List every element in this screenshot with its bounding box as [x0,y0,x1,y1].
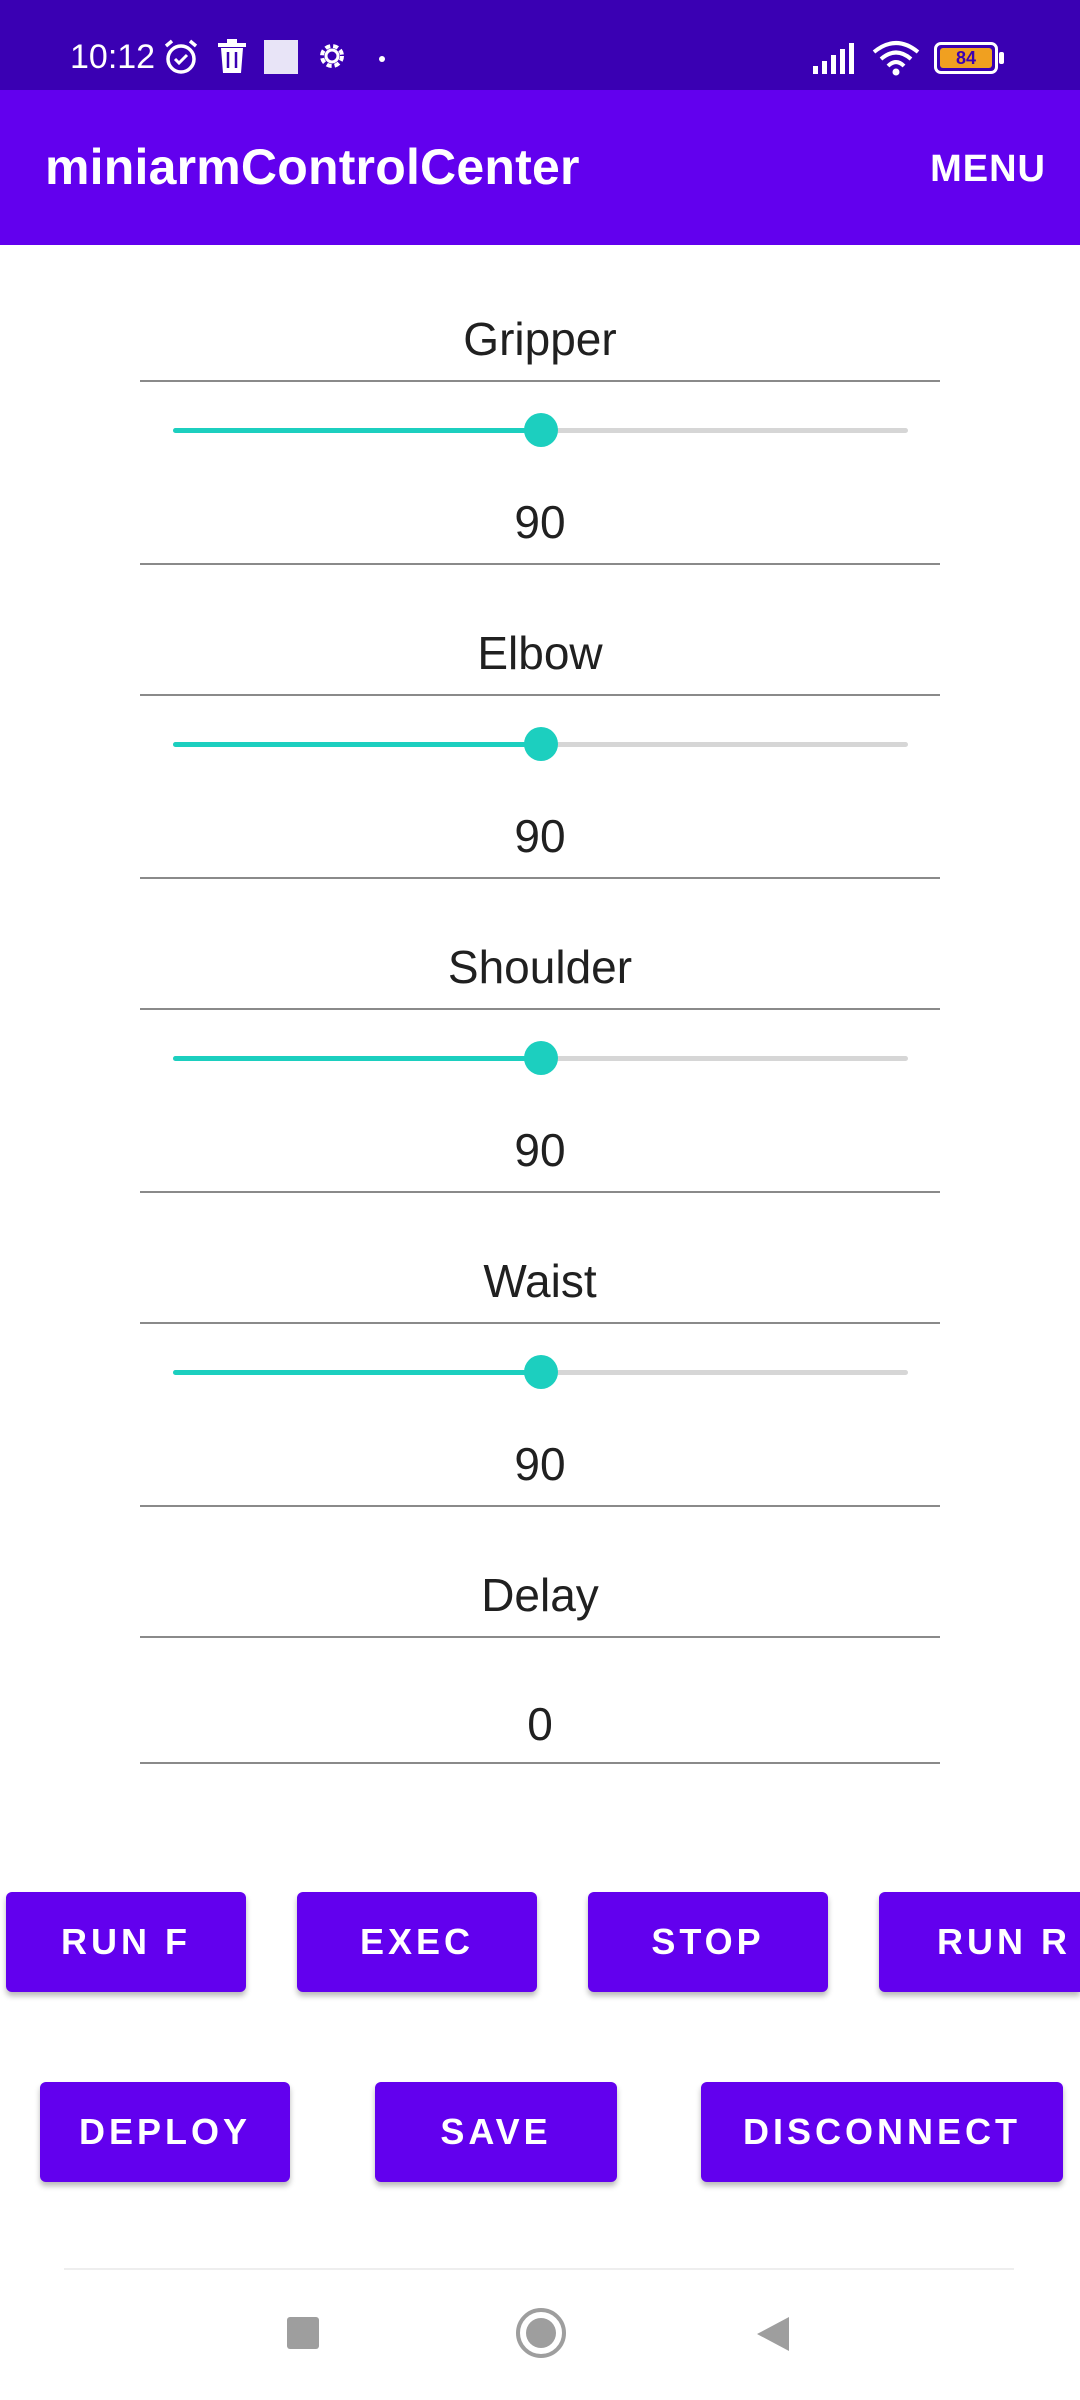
home-icon[interactable] [516,2308,566,2358]
save-button[interactable]: SAVE [375,2082,617,2182]
signal-icon [813,43,854,74]
waist-slider[interactable] [173,1352,908,1392]
battery-level: 84 [940,48,992,68]
slider-thumb[interactable] [523,1041,558,1075]
shoulder-value-field[interactable]: 90 [140,1123,940,1177]
recents-icon[interactable] [287,2317,319,2349]
alarm-icon [164,39,198,74]
app-bar: miniarmControlCenter MENU [0,90,1080,245]
slider-thumb[interactable] [523,413,558,447]
shoulder-slider[interactable] [173,1038,908,1078]
gripper-value-field[interactable]: 90 [140,495,940,549]
status-bar: 10:12 84 [0,0,1080,90]
stop-button[interactable]: STOP [588,1892,828,1992]
slider-fill [173,1056,541,1061]
elbow-value-field[interactable]: 90 [140,809,940,863]
back-icon[interactable] [755,2315,791,2353]
shoulder-value-underline [140,1191,940,1193]
waist-divider [140,1322,940,1324]
elbow-divider [140,694,940,696]
shoulder-divider [140,1008,940,1010]
deploy-button[interactable]: DEPLOY [40,2082,290,2182]
waist-label: Waist [483,1255,597,1307]
status-time: 10:12 [70,38,156,76]
run-f-button[interactable]: RUN F [6,1892,246,1992]
wifi-icon [872,41,920,76]
gripper-value-underline [140,563,940,565]
elbow-label: Elbow [477,627,603,679]
delay-value-field[interactable]: 0 [140,1697,940,1751]
slider-thumb[interactable] [523,1355,558,1389]
gear-icon [320,44,344,68]
slider-thumb[interactable] [523,727,558,761]
waist-value-underline [140,1505,940,1507]
waist-value-field[interactable]: 90 [140,1437,940,1491]
delay-value-underline [140,1762,940,1764]
elbow-value-underline [140,877,940,879]
gripper-slider[interactable] [173,410,908,450]
delay-label: Delay [481,1569,599,1621]
exec-button[interactable]: EXEC [297,1892,537,1992]
gripper-divider [140,380,940,382]
app-screen: 10:12 84 miniarmControlCenter MENU Gripp… [0,0,1080,2400]
battery-icon: 84 [934,42,1004,74]
app-title: miniarmControlCenter [45,139,580,195]
run-r-button[interactable]: RUN R [879,1892,1080,1992]
trash-icon [218,39,246,73]
elbow-slider[interactable] [173,724,908,764]
slider-fill [173,1370,541,1375]
slider-fill [173,428,541,433]
disconnect-button[interactable]: DISCONNECT [701,2082,1063,2182]
shoulder-label: Shoulder [447,941,633,993]
nav-divider [64,2268,1014,2270]
square-icon [264,40,298,74]
menu-button[interactable]: MENU [930,148,1046,191]
dot-icon [379,56,385,62]
slider-fill [173,742,541,747]
gripper-label: Gripper [463,313,617,365]
delay-divider [140,1636,940,1638]
